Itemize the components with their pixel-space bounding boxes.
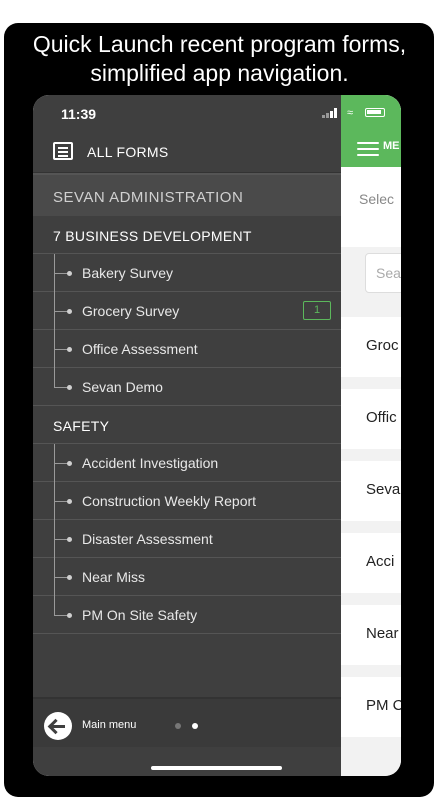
form-list-item[interactable]: Accident Investigation — [33, 444, 341, 482]
form-label: Near Miss — [82, 569, 146, 585]
tree-node-icon — [67, 461, 72, 466]
tree-node-icon — [67, 613, 72, 618]
organization-header[interactable]: SEVAN ADMINISTRATION — [33, 173, 341, 216]
background-search-input[interactable]: Sea — [365, 253, 401, 293]
list-item-label: Groc — [366, 337, 399, 354]
form-list-item[interactable]: Grocery Survey 1 — [33, 292, 341, 330]
list-item-label: Offic — [366, 409, 397, 426]
tree-node-icon — [67, 537, 72, 542]
page-dot-active[interactable] — [192, 723, 198, 729]
form-label: Construction Weekly Report — [82, 493, 257, 509]
background-header[interactable]: ME — [341, 129, 401, 167]
status-bar: 11:39 — [33, 95, 341, 131]
tree-line — [54, 596, 55, 616]
battery-icon — [365, 108, 385, 117]
list-item-label: Acci — [366, 553, 395, 570]
home-indicator[interactable] — [151, 766, 282, 770]
organization-name: SEVAN ADMINISTRATION — [53, 189, 244, 206]
promo-headline-line2: simplified app navigation. — [90, 60, 349, 86]
form-list-item[interactable]: Office Assessment — [33, 330, 341, 368]
background-status-bar: ≈ — [341, 95, 401, 129]
main-menu-link[interactable]: Main menu — [82, 719, 136, 731]
tree-node-icon — [67, 385, 72, 390]
tree-node-icon — [67, 271, 72, 276]
hamburger-menu-icon[interactable] — [357, 142, 379, 156]
select-text: Selec — [359, 191, 395, 207]
list-item-label: Near — [366, 625, 399, 642]
form-list-item[interactable]: Construction Weekly Report — [33, 482, 341, 520]
list-item-label: PM C — [366, 697, 401, 714]
background-list-item[interactable]: Offic — [341, 389, 401, 449]
page-dot[interactable] — [175, 723, 181, 729]
promo-headline: Quick Launch recent program forms, simpl… — [0, 30, 439, 88]
form-label: Office Assessment — [82, 341, 198, 357]
background-list-item[interactable]: PM C — [341, 677, 401, 737]
tree-node-icon — [67, 309, 72, 314]
search-placeholder: Sea — [376, 265, 401, 281]
tree-node-icon — [67, 499, 72, 504]
recent-count-badge: 1 — [303, 301, 331, 320]
form-list-item[interactable]: Sevan Demo — [33, 368, 341, 406]
form-label: Sevan Demo — [82, 379, 163, 395]
form-list-item[interactable]: PM On Site Safety — [33, 596, 341, 634]
form-list-item[interactable]: Near Miss — [33, 558, 341, 596]
phone-screen: ≈ ME Selec Sea Groc Offic Seva Acci Near… — [33, 95, 401, 776]
background-select[interactable]: Selec — [341, 167, 401, 247]
navigation-drawer: 11:39 ALL FORMS SEVAN ADMINISTRATION 7 B… — [33, 95, 341, 776]
wifi-icon: ≈ — [347, 107, 354, 119]
section-title: SAFETY — [53, 418, 110, 434]
tree-line — [54, 368, 55, 388]
background-list-item[interactable]: Acci — [341, 533, 401, 593]
background-list-item[interactable]: Seva — [341, 461, 401, 521]
form-list-item[interactable]: Disaster Assessment — [33, 520, 341, 558]
all-forms-button[interactable]: ALL FORMS — [33, 131, 341, 173]
section-title: 7 BUSINESS DEVELOPMENT — [53, 228, 252, 244]
back-arrow-icon[interactable] — [44, 712, 72, 740]
tree-node-icon — [67, 575, 72, 580]
form-label: Bakery Survey — [82, 265, 174, 281]
background-app: ≈ ME Selec Sea Groc Offic Seva Acci Near… — [341, 95, 401, 776]
tree-node-icon — [67, 347, 72, 352]
section-header[interactable]: 7 BUSINESS DEVELOPMENT — [33, 216, 341, 254]
forms-list-icon — [53, 142, 73, 160]
status-time: 11:39 — [61, 106, 97, 122]
promo-headline-line1: Quick Launch recent program forms, — [32, 31, 407, 57]
form-list-item[interactable]: Bakery Survey — [33, 254, 341, 292]
form-label: Grocery Survey — [82, 303, 180, 319]
list-item-label: Seva — [366, 481, 401, 498]
background-list-item[interactable]: Groc — [341, 317, 401, 377]
form-label: PM On Site Safety — [82, 607, 198, 623]
background-list-item[interactable]: Near — [341, 605, 401, 665]
form-label: Disaster Assessment — [82, 531, 213, 547]
signal-icon — [322, 108, 338, 118]
drawer-footer: Main menu — [33, 697, 341, 747]
form-label: Accident Investigation — [82, 455, 219, 471]
all-forms-label: ALL FORMS — [87, 144, 169, 160]
section-header[interactable]: SAFETY — [33, 406, 341, 444]
menu-label[interactable]: ME — [383, 140, 400, 152]
